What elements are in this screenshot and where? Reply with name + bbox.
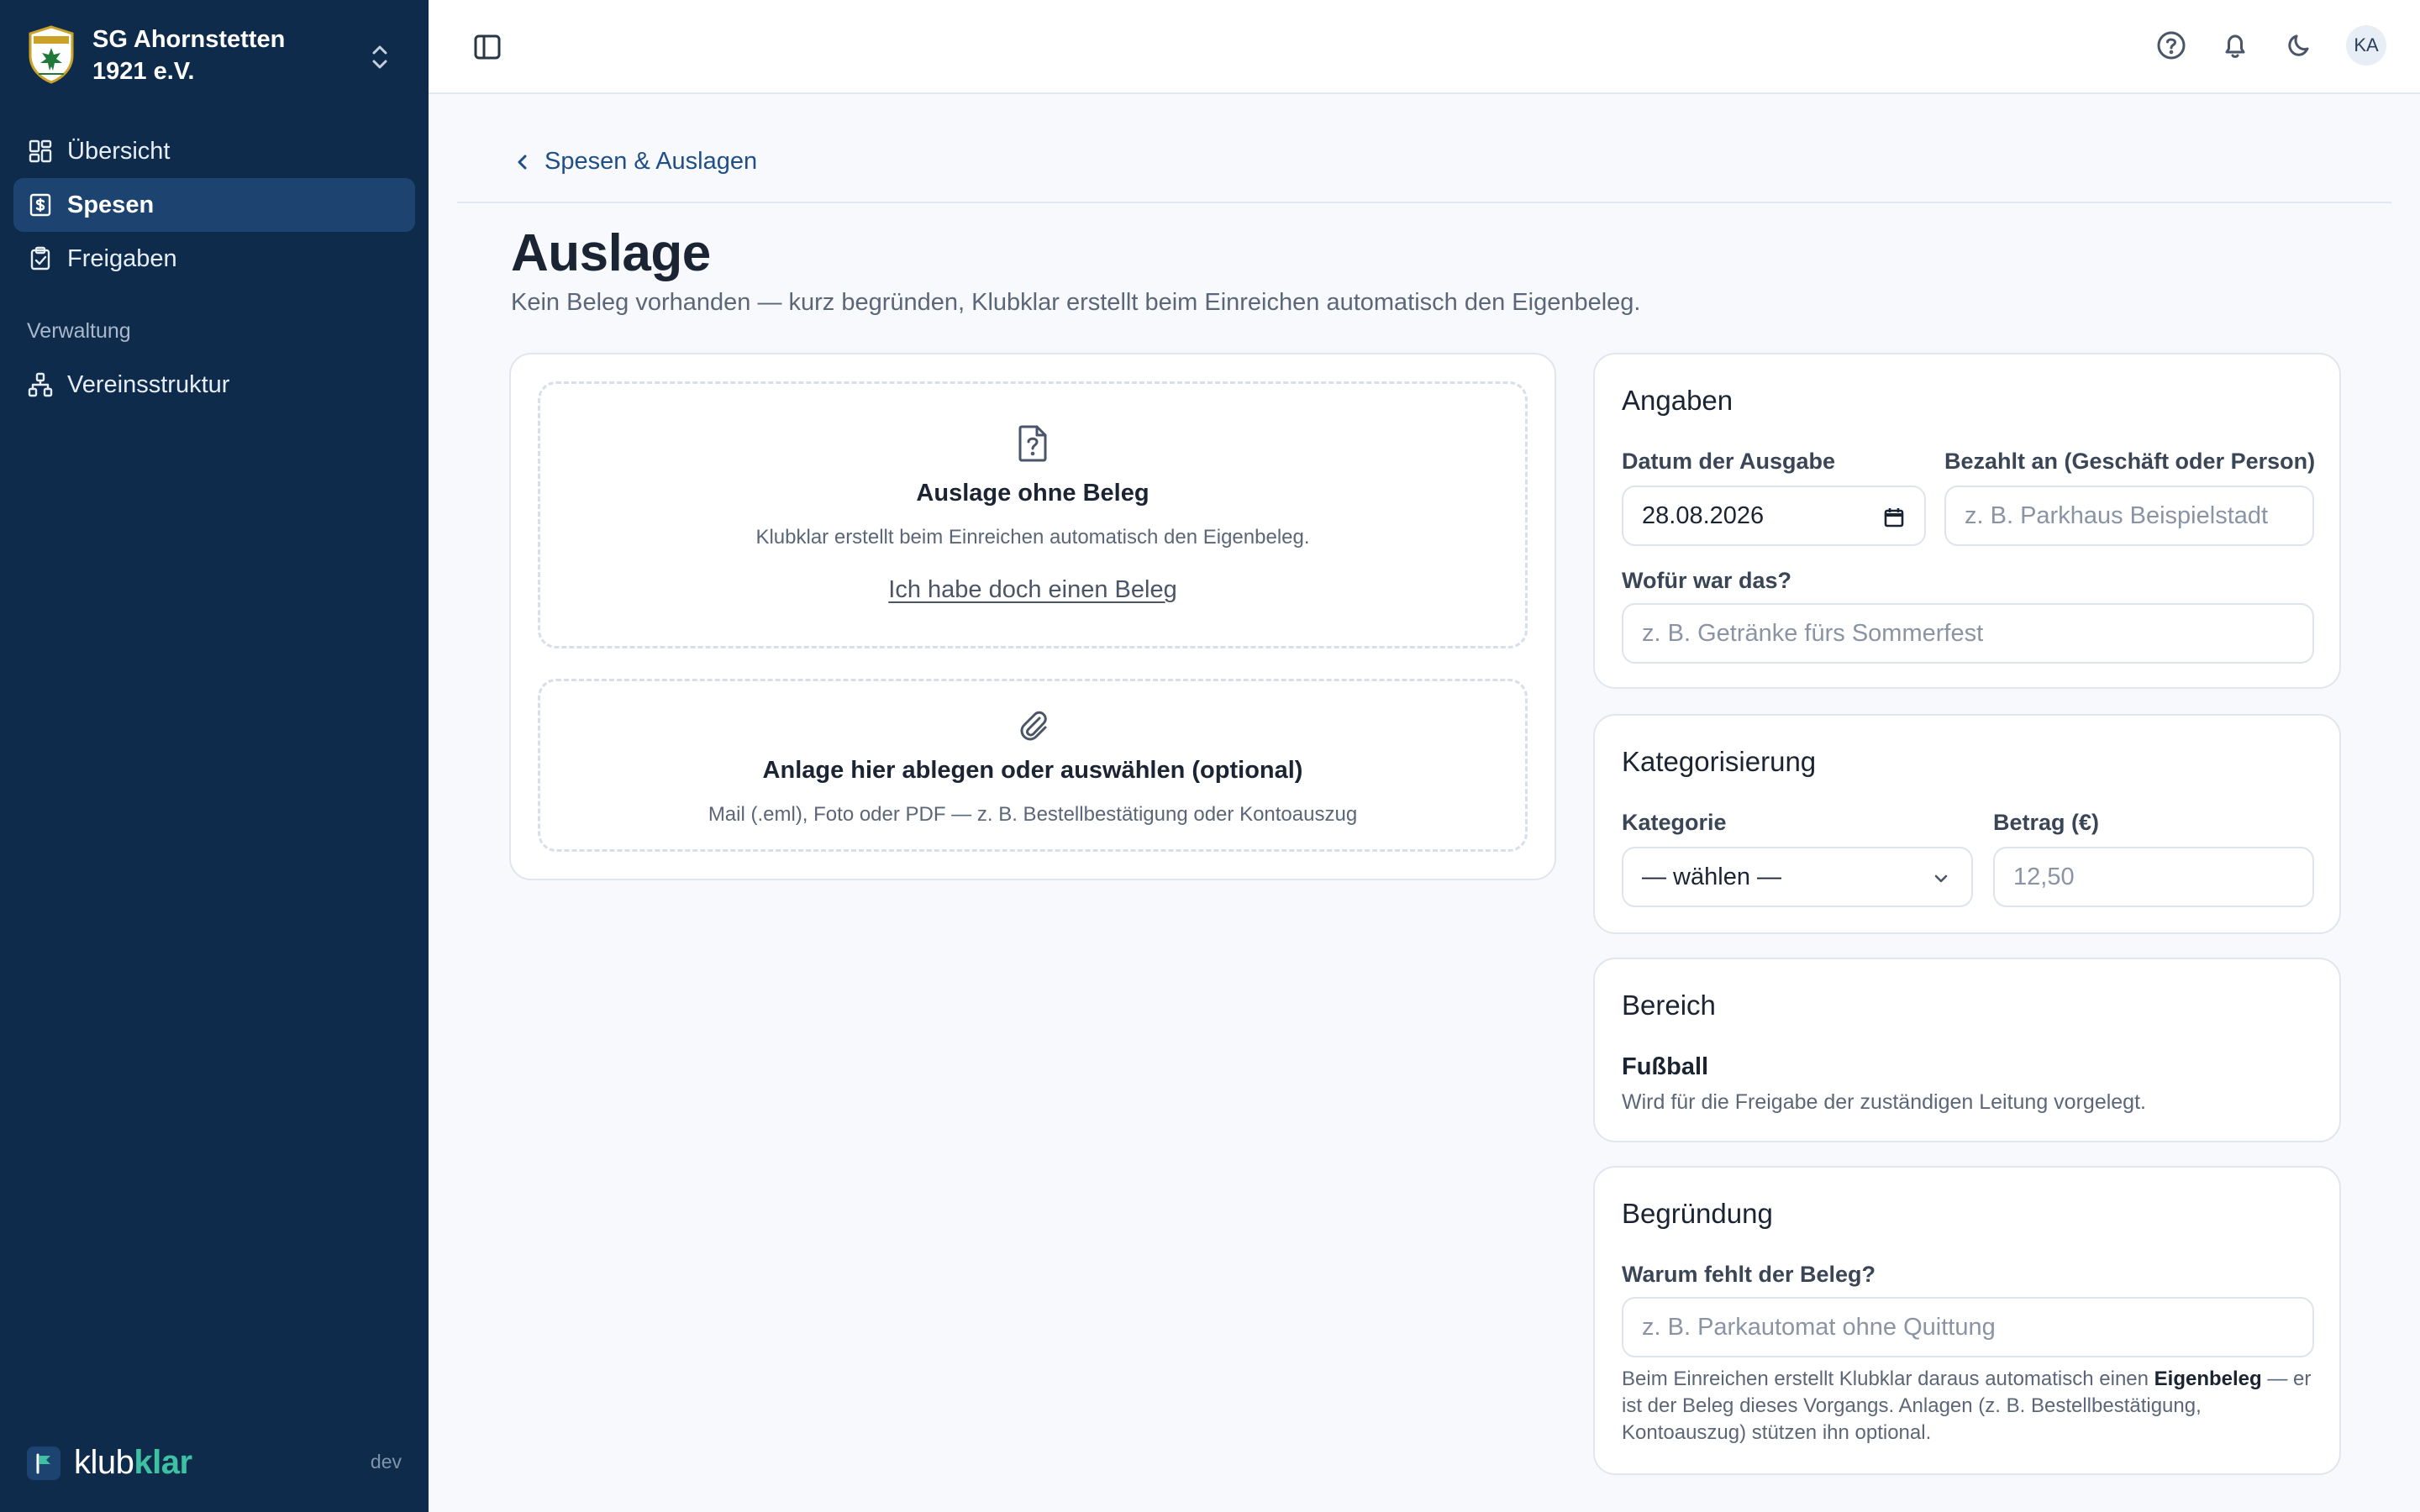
receipt-icon <box>29 193 51 217</box>
flag-icon <box>27 1446 60 1480</box>
purpose-input[interactable]: z. B. Getränke fürs Sommerfest <box>1622 603 2314 664</box>
chevron-down-icon <box>1934 874 1948 883</box>
receipt-card: Auslage ohne Beleg Klubklar erstellt bei… <box>509 353 1556 880</box>
categorization-card: Kategorisierung Kategorie — wählen — Bet… <box>1593 714 2341 934</box>
org-switcher[interactable]: SG Ahornstetten 1921 e.V. <box>27 24 405 94</box>
sidebar-item-freigaben[interactable]: Freigaben <box>13 232 415 286</box>
page-title: Auslage <box>511 224 711 282</box>
topbar: KA <box>429 0 2420 94</box>
brand-logo: klubklar <box>27 1444 192 1482</box>
payee-label: Bezahlt an (Geschäft oder Person) <box>1944 449 2316 474</box>
no-receipt-panel: Auslage ohne Beleg Klubklar erstellt bei… <box>538 381 1528 648</box>
have-receipt-link[interactable]: Ich habe doch einen Beleg <box>888 576 1176 604</box>
brand-name: klubklar <box>74 1444 192 1481</box>
area-name: Fußball <box>1622 1053 1709 1080</box>
category-label: Kategorie <box>1622 810 1727 835</box>
amount-label: Betrag (€) <box>1993 810 2100 835</box>
attachment-title: Anlage hier ablegen oder auswählen (opti… <box>762 757 1303 784</box>
categorization-card-title: Kategorisierung <box>1622 746 1817 777</box>
sidebar: SG Ahornstetten 1921 e.V. Übersicht Spes… <box>0 0 429 1512</box>
sidebar-item-label: Übersicht <box>67 137 171 165</box>
sidebar-item-label: Spesen <box>67 191 155 218</box>
details-card-title: Angaben <box>1622 385 1733 416</box>
back-link[interactable]: Spesen & Auslagen <box>511 148 757 176</box>
no-receipt-title: Auslage ohne Beleg <box>916 480 1150 507</box>
no-receipt-text: Klubklar erstellt beim Einreichen automa… <box>755 526 1310 549</box>
paperclip-icon <box>1020 711 1047 741</box>
help-icon[interactable] <box>2154 29 2188 62</box>
attachment-dropzone[interactable]: Anlage hier ablegen oder auswählen (opti… <box>538 679 1528 852</box>
category-select[interactable]: — wählen — <box>1622 847 1973 907</box>
payee-input[interactable]: z. B. Parkhaus Beispielstadt <box>1944 486 2314 546</box>
org-name: SG Ahornstetten 1921 e.V. <box>92 26 286 85</box>
reason-card-title: Begründung <box>1622 1198 1773 1229</box>
sidebar-item-label: Vereinsstruktur <box>67 370 230 398</box>
calendar-icon[interactable] <box>1882 506 1906 529</box>
sidebar-section-label: Verwaltung <box>27 319 131 343</box>
club-crest-icon <box>29 25 74 84</box>
reason-card: Begründung Warum fehlt der Beleg? z. B. … <box>1593 1166 2341 1475</box>
dashboard-icon <box>29 139 52 163</box>
org-structure-icon <box>28 372 53 397</box>
date-field[interactable]: 28.08.2026 <box>1622 486 1926 546</box>
sidebar-item-spesen[interactable]: Spesen <box>13 178 415 232</box>
back-link-label: Spesen & Auslagen <box>544 148 758 175</box>
reason-input[interactable]: z. B. Parkautomat ohne Quittung <box>1622 1297 2314 1357</box>
file-question-icon <box>1018 425 1047 462</box>
chevron-left-icon <box>518 155 527 169</box>
chevron-up-down-icon[interactable] <box>368 42 392 72</box>
date-label: Datum der Ausgabe <box>1622 449 1836 474</box>
sidebar-toggle-icon[interactable] <box>472 32 502 62</box>
reason-help-text: Beim Einreichen erstellt Klubklar daraus… <box>1622 1368 2312 1444</box>
area-card: Bereich Fußball Wird für die Freigabe de… <box>1593 958 2341 1142</box>
area-card-title: Bereich <box>1622 990 1716 1021</box>
topbar-actions: KA <box>2154 25 2386 66</box>
header-divider <box>457 202 2391 203</box>
bell-icon[interactable] <box>2218 29 2252 62</box>
page-subtitle: Kein Beleg vorhanden — kurz begründen, K… <box>511 289 1641 316</box>
environment-badge: dev <box>370 1451 402 1473</box>
reason-label: Warum fehlt der Beleg? <box>1622 1262 1876 1287</box>
category-value: — wählen — <box>1642 863 1782 890</box>
moon-icon[interactable] <box>2282 29 2316 62</box>
details-card: Angaben Datum der Ausgabe 28.08.2026 Bez… <box>1593 353 2341 689</box>
date-value: 28.08.2026 <box>1642 501 1765 529</box>
clipboard-check-icon <box>30 246 50 270</box>
sidebar-item-label: Freigaben <box>67 244 177 272</box>
area-description: Wird für die Freigabe der zuständigen Le… <box>1622 1090 2146 1114</box>
sidebar-nav: Übersicht Spesen Freigaben Verwaltung Ve… <box>13 124 415 412</box>
avatar[interactable]: KA <box>2346 25 2386 66</box>
sidebar-item-uebersicht[interactable]: Übersicht <box>13 124 415 178</box>
amount-input[interactable]: 12,50 <box>1993 847 2314 907</box>
attachment-text: Mail (.eml), Foto oder PDF — z. B. Beste… <box>708 803 1358 826</box>
purpose-label: Wofür war das? <box>1622 568 1792 593</box>
sidebar-item-vereinsstruktur[interactable]: Vereinsstruktur <box>13 358 415 412</box>
